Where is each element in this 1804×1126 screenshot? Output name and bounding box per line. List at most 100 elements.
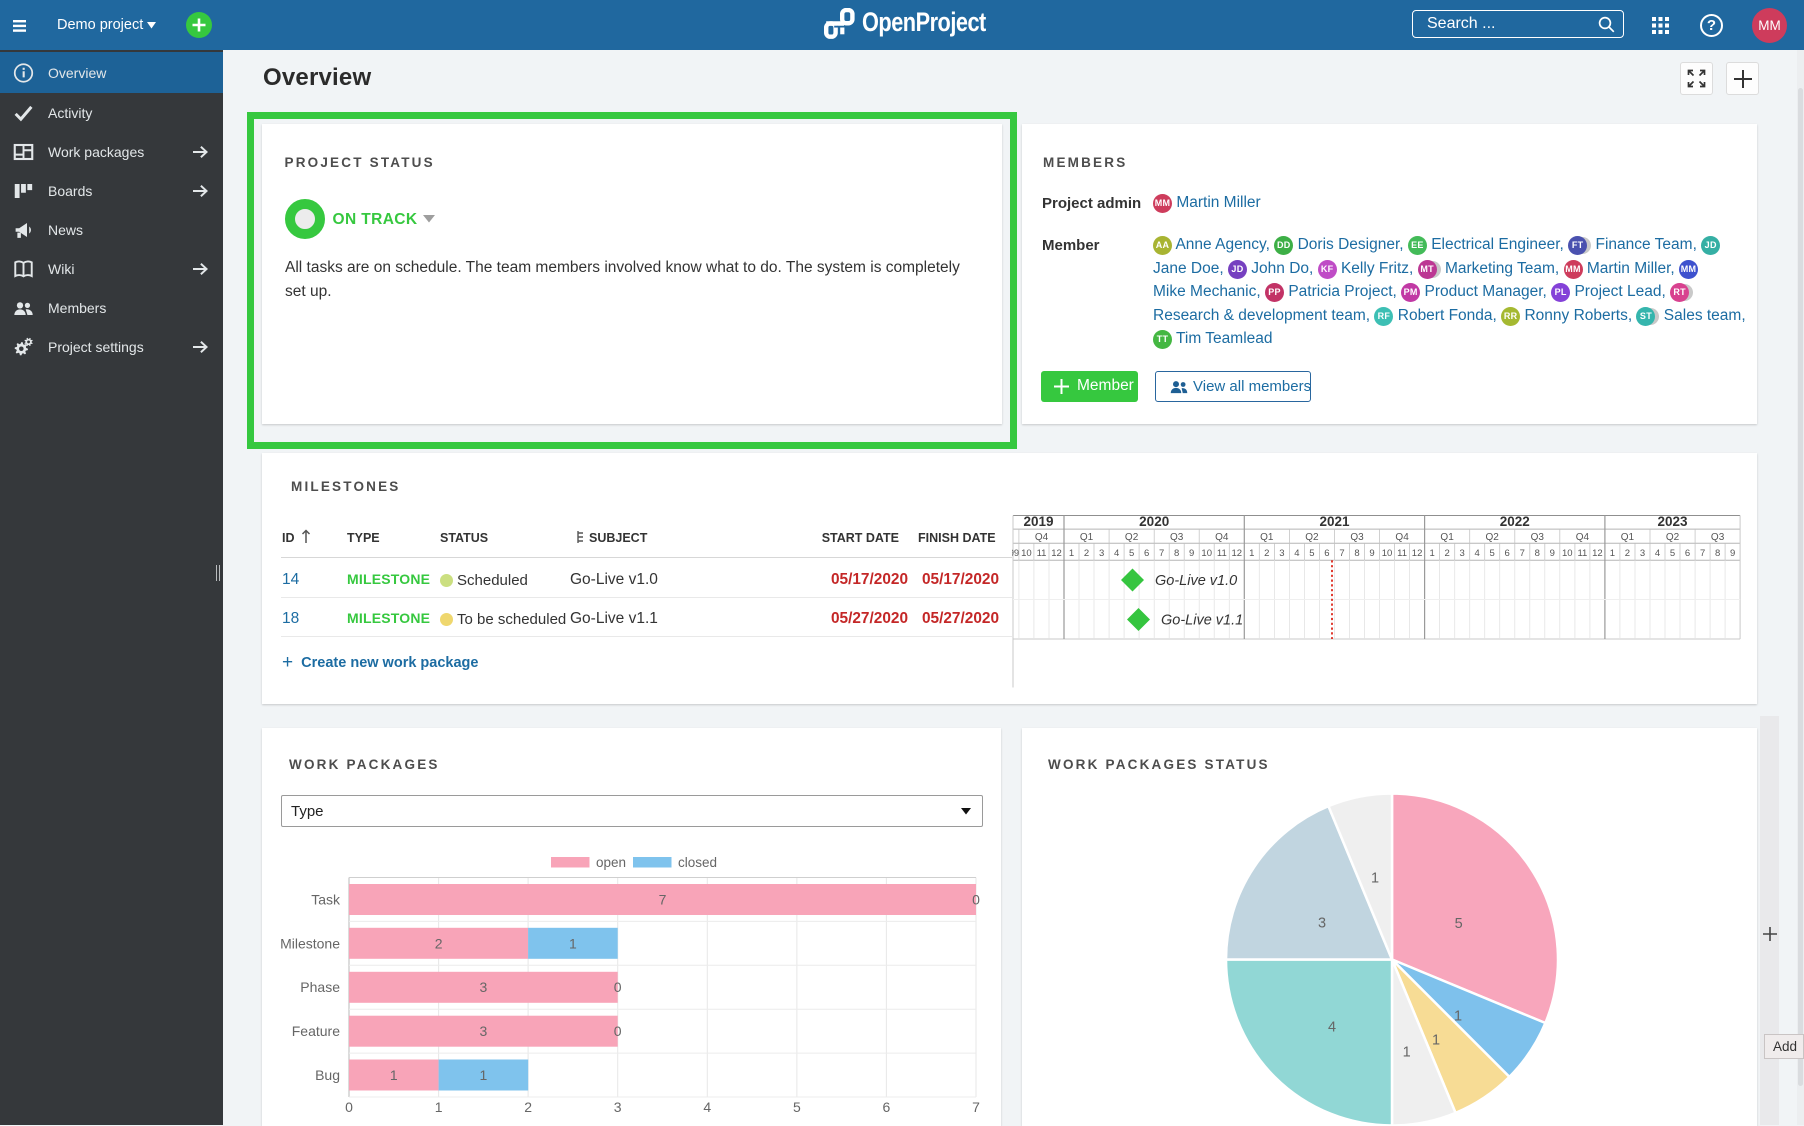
- svg-text:1: 1: [1371, 870, 1379, 886]
- svg-text:Q3: Q3: [1531, 532, 1545, 543]
- svg-text:6: 6: [1505, 548, 1510, 559]
- svg-text:0: 0: [972, 892, 980, 908]
- svg-text:4: 4: [1655, 548, 1660, 559]
- svg-text:0: 0: [614, 1023, 622, 1039]
- svg-text:11: 11: [1577, 548, 1587, 559]
- svg-text:1: 1: [390, 1067, 398, 1083]
- svg-text:9: 9: [1369, 548, 1374, 559]
- svg-text:4: 4: [703, 1099, 711, 1115]
- svg-text:1: 1: [1610, 548, 1615, 559]
- svg-text:2020: 2020: [1139, 515, 1169, 529]
- svg-text:Q2: Q2: [1305, 532, 1319, 543]
- svg-text:7: 7: [1159, 548, 1164, 559]
- svg-text:Q1: Q1: [1440, 532, 1454, 543]
- svg-text:11: 11: [1397, 548, 1407, 559]
- svg-text:2: 2: [1084, 548, 1089, 559]
- svg-text:10: 10: [1021, 548, 1032, 559]
- svg-text:Q4: Q4: [1035, 532, 1049, 543]
- svg-text:3: 3: [1318, 915, 1326, 931]
- svg-text:9: 9: [1550, 548, 1555, 559]
- svg-text:Task: Task: [311, 892, 341, 908]
- svg-text:10: 10: [1562, 548, 1573, 559]
- svg-text:5: 5: [1670, 548, 1675, 559]
- svg-text:8: 8: [1174, 548, 1179, 559]
- svg-text:9: 9: [1012, 548, 1014, 559]
- svg-text:4: 4: [1328, 1019, 1336, 1035]
- svg-text:Q4: Q4: [1395, 532, 1409, 543]
- svg-text:Q2: Q2: [1666, 532, 1680, 543]
- svg-text:3: 3: [614, 1099, 622, 1115]
- svg-text:7: 7: [1520, 548, 1525, 559]
- svg-text:9: 9: [1189, 548, 1194, 559]
- svg-text:1: 1: [1432, 1032, 1440, 1048]
- svg-text:Q3: Q3: [1350, 532, 1364, 543]
- svg-text:7: 7: [1339, 548, 1344, 559]
- svg-text:7: 7: [659, 892, 667, 908]
- svg-text:8: 8: [1354, 548, 1359, 559]
- svg-text:5: 5: [1309, 548, 1314, 559]
- svg-text:2: 2: [1625, 548, 1630, 559]
- svg-text:12: 12: [1232, 548, 1243, 559]
- svg-text:7: 7: [1700, 548, 1705, 559]
- svg-text:Phase: Phase: [300, 979, 340, 995]
- svg-text:closed: closed: [678, 855, 717, 870]
- svg-text:Q1: Q1: [1080, 532, 1094, 543]
- svg-text:Bug: Bug: [315, 1067, 340, 1083]
- svg-text:2: 2: [1444, 548, 1449, 559]
- svg-text:12: 12: [1592, 548, 1603, 559]
- svg-text:Milestone: Milestone: [280, 935, 340, 951]
- svg-text:10: 10: [1382, 548, 1393, 559]
- svg-text:2023: 2023: [1657, 515, 1688, 529]
- svg-text:3: 3: [480, 979, 488, 995]
- svg-text:1: 1: [1249, 548, 1254, 559]
- svg-text:12: 12: [1412, 548, 1423, 559]
- svg-text:9: 9: [1014, 548, 1019, 559]
- svg-text:6: 6: [1685, 548, 1690, 559]
- svg-text:Q2: Q2: [1125, 532, 1139, 543]
- svg-text:1: 1: [435, 1099, 443, 1115]
- svg-text:6: 6: [1324, 548, 1329, 559]
- svg-text:8: 8: [1715, 548, 1720, 559]
- svg-text:Q4: Q4: [1215, 532, 1229, 543]
- svg-text:1: 1: [1429, 548, 1434, 559]
- svg-text:Q1: Q1: [1260, 532, 1274, 543]
- svg-text:7: 7: [972, 1099, 980, 1115]
- svg-text:4: 4: [1114, 548, 1119, 559]
- svg-text:8: 8: [1535, 548, 1540, 559]
- svg-text:9: 9: [1730, 548, 1735, 559]
- svg-text:Go-Live v1.1: Go-Live v1.1: [1161, 612, 1243, 628]
- svg-text:2021: 2021: [1319, 515, 1350, 529]
- svg-text:4: 4: [1475, 548, 1480, 559]
- svg-text:3: 3: [1099, 548, 1104, 559]
- svg-text:5: 5: [793, 1099, 801, 1115]
- svg-text:3: 3: [1640, 548, 1645, 559]
- svg-text:Q4: Q4: [1576, 532, 1590, 543]
- svg-text:5: 5: [1129, 548, 1134, 559]
- svg-text:0: 0: [345, 1099, 353, 1115]
- svg-text:Q3: Q3: [1170, 532, 1184, 543]
- svg-text:2: 2: [435, 935, 443, 951]
- svg-text:0: 0: [614, 979, 622, 995]
- svg-text:5: 5: [1455, 915, 1463, 931]
- svg-text:1: 1: [1454, 1008, 1462, 1024]
- svg-text:4: 4: [1294, 548, 1299, 559]
- svg-text:Feature: Feature: [292, 1023, 340, 1039]
- svg-text:2: 2: [524, 1099, 532, 1115]
- svg-text:6: 6: [883, 1099, 891, 1115]
- svg-text:2: 2: [1264, 548, 1269, 559]
- svg-text:1: 1: [1069, 548, 1074, 559]
- svg-text:3: 3: [1460, 548, 1465, 559]
- svg-text:1: 1: [480, 1067, 488, 1083]
- svg-text:2019: 2019: [1023, 515, 1053, 529]
- svg-text:12: 12: [1051, 548, 1062, 559]
- svg-text:Q3: Q3: [1711, 532, 1725, 543]
- svg-text:11: 11: [1217, 548, 1227, 559]
- svg-text:3: 3: [1279, 548, 1284, 559]
- svg-text:10: 10: [1201, 548, 1212, 559]
- svg-text:open: open: [596, 855, 626, 870]
- svg-text:5: 5: [1490, 548, 1495, 559]
- svg-text:11: 11: [1037, 548, 1047, 559]
- svg-text:6: 6: [1144, 548, 1149, 559]
- svg-text:Q1: Q1: [1621, 532, 1635, 543]
- svg-text:1: 1: [569, 935, 577, 951]
